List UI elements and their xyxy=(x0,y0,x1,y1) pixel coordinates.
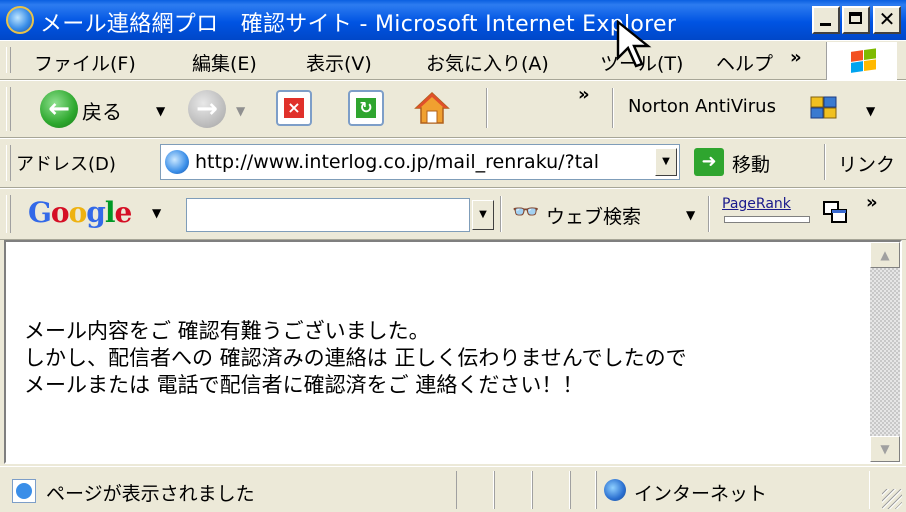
toolbar-grip[interactable] xyxy=(6,87,11,131)
back-dropdown-icon[interactable]: ▼ xyxy=(156,104,165,118)
title-bar[interactable]: メール連絡網プロ 確認サイト - Microsoft Internet Expl… xyxy=(0,0,906,40)
toolbar-grip[interactable] xyxy=(6,47,11,73)
forward-dropdown-icon[interactable]: ▼ xyxy=(236,104,245,118)
binoculars-icon[interactable]: 👓 xyxy=(512,200,539,225)
norton-icon[interactable] xyxy=(810,96,838,120)
menu-file[interactable]: ファイル(F) xyxy=(34,49,136,76)
norton-antivirus-label[interactable]: Norton AntiVirus xyxy=(628,96,776,117)
message-text: メール内容をご 確認有難うございました。 しかし、配信者への 確認済みの連絡は … xyxy=(24,318,687,399)
status-bar: ページが表示されました インターネット xyxy=(0,466,906,512)
back-button[interactable]: ← xyxy=(40,90,78,128)
scroll-up-button[interactable]: ▲ xyxy=(870,242,900,268)
menu-help[interactable]: ヘルプ xyxy=(716,49,773,76)
stop-icon: × xyxy=(284,98,304,118)
toolbar-separator xyxy=(500,196,502,232)
resize-grip[interactable] xyxy=(882,489,902,509)
address-field[interactable]: http://www.interlog.co.jp/mail_renraku/?… xyxy=(160,144,680,180)
message-line: メール内容をご 確認有難うございました。 xyxy=(24,319,430,343)
toolbar-separator xyxy=(824,144,826,180)
internet-zone-icon xyxy=(604,479,626,501)
minimize-icon xyxy=(820,23,831,26)
forward-arrow-icon: → xyxy=(196,94,218,124)
security-zone-label: インターネット xyxy=(634,483,768,505)
close-button[interactable]: ✕ xyxy=(873,6,901,34)
pagerank-widget[interactable]: PageRank xyxy=(722,196,814,224)
status-pane xyxy=(532,471,570,509)
pagerank-bar xyxy=(724,216,810,223)
refresh-button[interactable]: ↻ xyxy=(348,90,384,126)
back-label[interactable]: 戻る xyxy=(82,96,122,125)
menu-view[interactable]: 表示(V) xyxy=(306,49,372,76)
ie-icon[interactable] xyxy=(6,6,34,34)
close-icon: ✕ xyxy=(878,7,896,31)
vertical-scrollbar[interactable]: ▲ ▼ xyxy=(870,242,900,462)
maximize-button[interactable] xyxy=(842,6,870,34)
back-arrow-icon: ← xyxy=(48,94,70,124)
menu-favorites[interactable]: お気に入り(A) xyxy=(426,49,549,76)
windows-logo xyxy=(826,42,897,80)
address-url[interactable]: http://www.interlog.co.jp/mail_renraku/?… xyxy=(195,151,643,173)
web-search-button[interactable]: ウェブ検索 xyxy=(546,202,641,229)
minimize-button[interactable] xyxy=(812,6,840,34)
browser-window: メール連絡網プロ 確認サイト - Microsoft Internet Expl… xyxy=(0,0,906,512)
page-content: メール内容をご 確認有難うございました。 しかし、配信者への 確認済みの連絡は … xyxy=(4,240,902,464)
toolbar-separator xyxy=(486,88,488,128)
message-line: メールまたは 電話で配信者に確認済をご 連絡ください！！ xyxy=(24,373,584,397)
forward-button[interactable]: → xyxy=(188,90,226,128)
menu-edit[interactable]: 編集(E) xyxy=(192,49,257,76)
links-button[interactable]: リンク xyxy=(838,150,895,177)
address-dropdown-button[interactable]: ▼ xyxy=(655,148,677,176)
status-pane xyxy=(494,471,532,509)
home-button[interactable] xyxy=(414,90,450,126)
go-arrow-icon[interactable]: ➜ xyxy=(694,148,724,176)
go-button[interactable]: 移動 xyxy=(732,150,770,177)
menu-overflow-chevron[interactable]: » xyxy=(790,47,802,68)
toolbar-overflow-chevron[interactable]: » xyxy=(578,84,590,105)
toolbar-separator xyxy=(708,196,710,232)
maximize-icon xyxy=(849,12,862,24)
menu-bar: ファイル(F) 編集(E) 表示(V) お気に入り(A) ツール(T) ヘルプ … xyxy=(0,40,906,80)
norton-dropdown-icon[interactable]: ▼ xyxy=(866,104,875,118)
status-text: ページが表示されました xyxy=(46,483,255,505)
stop-button[interactable]: × xyxy=(276,90,312,126)
google-search-dropdown-button[interactable]: ▼ xyxy=(472,200,494,230)
refresh-icon: ↻ xyxy=(356,98,376,118)
status-pane xyxy=(456,471,494,509)
google-overflow-chevron[interactable]: » xyxy=(866,192,878,213)
google-search-input[interactable] xyxy=(186,198,470,232)
message-line: しかし、配信者への 確認済みの連絡は 正しく伝わりませんでしたので xyxy=(24,346,687,370)
scroll-down-button[interactable]: ▼ xyxy=(870,436,900,462)
page-icon xyxy=(165,150,189,174)
windows-flag-icon xyxy=(851,48,877,74)
mouse-cursor-icon xyxy=(616,20,652,68)
popup-blocker-icon[interactable] xyxy=(822,200,848,226)
web-search-dropdown-icon[interactable]: ▼ xyxy=(686,208,695,222)
pagerank-label: PageRank xyxy=(722,196,791,212)
window-title: メール連絡網プロ 確認サイト - Microsoft Internet Expl… xyxy=(40,12,677,37)
page-done-icon xyxy=(12,479,36,503)
status-pane xyxy=(570,471,596,509)
google-logo[interactable]: Google xyxy=(28,196,132,229)
google-menu-dropdown-icon[interactable]: ▼ xyxy=(152,206,161,220)
toolbar-separator xyxy=(612,88,614,128)
address-label: アドレス(D) xyxy=(16,154,116,175)
toolbar-grip[interactable] xyxy=(6,145,11,181)
toolbar-grip[interactable] xyxy=(6,195,11,233)
